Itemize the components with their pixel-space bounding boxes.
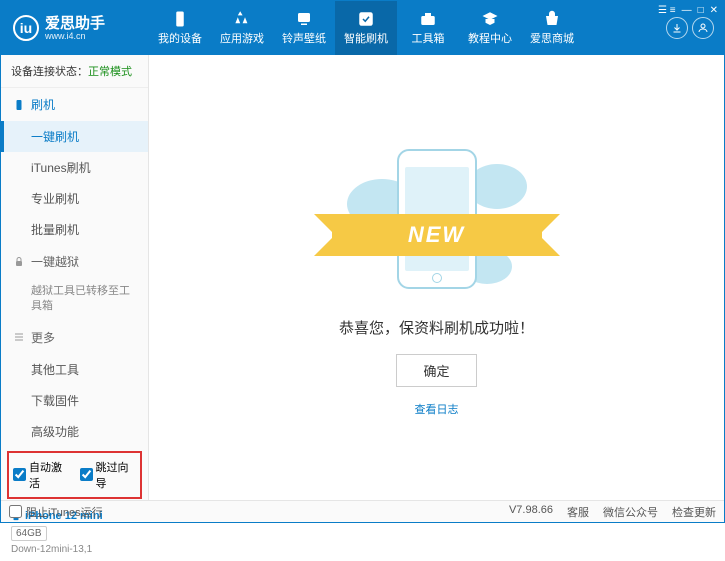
download-button[interactable]: [666, 17, 688, 39]
nav-label: 工具箱: [412, 30, 445, 46]
app-domain: www.i4.cn: [45, 31, 105, 41]
window-controls-top: ☰ ≡ — □ ✕: [658, 5, 718, 16]
sidebar-item-other[interactable]: 其他工具: [1, 354, 148, 385]
view-log-link[interactable]: 查看日志: [415, 401, 459, 417]
ringtone-icon: [295, 10, 313, 28]
store-icon: [543, 10, 561, 28]
nav-label: 爱思商城: [530, 30, 574, 46]
maximize-icon[interactable]: □: [698, 5, 704, 16]
nav-label: 智能刷机: [344, 30, 388, 46]
sidebar-item-oneclick[interactable]: 一键刷机: [1, 121, 148, 152]
nav-ringtone[interactable]: 铃声壁纸: [273, 1, 335, 55]
checkbox-block-itunes[interactable]: 阻止iTunes运行: [9, 504, 103, 520]
device-firmware: Down-12mini-13,1: [11, 544, 138, 555]
conn-label: 设备连接状态：: [11, 66, 88, 78]
apps-icon: [233, 10, 251, 28]
checkbox-auto-activate[interactable]: 自动激活: [13, 459, 70, 491]
service-link[interactable]: 客服: [567, 504, 589, 520]
wechat-link[interactable]: 微信公众号: [603, 504, 658, 520]
main-content: NEW 恭喜您，保资料刷机成功啦！ 确定 查看日志: [149, 55, 724, 500]
connection-status: 设备连接状态：正常模式: [1, 55, 148, 88]
toolbox-icon: [419, 10, 437, 28]
title-bar: ☰ ≡ — □ ✕ iu 爱思助手 www.i4.cn 我的设备 应用游戏 铃声…: [1, 1, 724, 55]
sidebar-item-pro[interactable]: 专业刷机: [1, 183, 148, 214]
device-icon: [171, 10, 189, 28]
app-logo: iu 爱思助手 www.i4.cn: [1, 15, 149, 41]
checkbox-skip-guide[interactable]: 跳过向导: [80, 459, 137, 491]
title-right: [656, 17, 724, 39]
logo-icon: iu: [13, 15, 39, 41]
user-button[interactable]: [692, 17, 714, 39]
version-label: V7.98.66: [509, 504, 553, 520]
section-flash[interactable]: 刷机: [1, 88, 148, 121]
nav-label: 铃声壁纸: [282, 30, 326, 46]
main-nav: 我的设备 应用游戏 铃声壁纸 智能刷机 工具箱 教程中心 爱思商城: [149, 1, 656, 55]
section-jailbreak[interactable]: 一键越狱: [1, 245, 148, 278]
nav-toolbox[interactable]: 工具箱: [397, 1, 459, 55]
sidebar-item-batch[interactable]: 批量刷机: [1, 214, 148, 245]
lock-icon: [13, 256, 25, 268]
success-message: 恭喜您，保资料刷机成功啦！: [339, 317, 534, 338]
list-icon: [13, 331, 25, 343]
flash-icon: [357, 10, 375, 28]
nav-label: 教程中心: [468, 30, 512, 46]
nav-apps[interactable]: 应用游戏: [211, 1, 273, 55]
ok-button[interactable]: 确定: [396, 354, 476, 387]
menu-icon[interactable]: ☰ ≡: [658, 5, 676, 16]
tutorial-icon: [481, 10, 499, 28]
section-title: 更多: [31, 329, 55, 346]
new-ribbon: NEW: [332, 214, 542, 256]
section-title: 一键越狱: [31, 253, 79, 270]
sidebar-item-firmware[interactable]: 下载固件: [1, 385, 148, 416]
nav-label: 应用游戏: [220, 30, 264, 46]
close-icon[interactable]: ✕: [710, 5, 718, 16]
sidebar-item-advanced[interactable]: 高级功能: [1, 416, 148, 447]
update-link[interactable]: 检查更新: [672, 504, 716, 520]
jailbreak-note: 越狱工具已转移至工具箱: [1, 278, 148, 321]
nav-tutorial[interactable]: 教程中心: [459, 1, 521, 55]
app-name: 爱思助手: [45, 16, 105, 31]
conn-value: 正常模式: [88, 66, 132, 78]
minimize-icon[interactable]: —: [682, 5, 692, 16]
nav-label: 我的设备: [158, 30, 202, 46]
sidebar: 设备连接状态：正常模式 刷机 一键刷机 iTunes刷机 专业刷机 批量刷机 一…: [1, 55, 149, 500]
nav-my-device[interactable]: 我的设备: [149, 1, 211, 55]
phone-icon: [13, 99, 25, 111]
nav-smart-flash[interactable]: 智能刷机: [335, 1, 397, 55]
options-highlight: 自动激活 跳过向导: [7, 451, 142, 499]
section-title: 刷机: [31, 96, 55, 113]
sidebar-item-itunes[interactable]: iTunes刷机: [1, 152, 148, 183]
section-more[interactable]: 更多: [1, 321, 148, 354]
success-illustration: NEW: [342, 139, 532, 299]
nav-store[interactable]: 爱思商城: [521, 1, 583, 55]
storage-badge: 64GB: [11, 526, 47, 541]
